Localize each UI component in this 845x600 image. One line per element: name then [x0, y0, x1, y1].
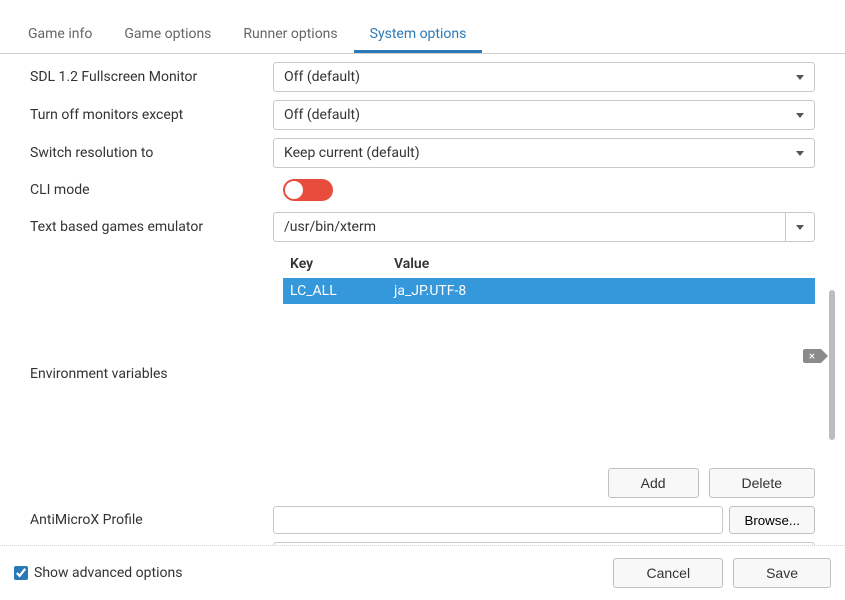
cli-mode-label: CLI mode: [30, 182, 273, 198]
switch-resolution-value: Keep current (default): [284, 145, 796, 161]
backspace-icon[interactable]: [803, 349, 821, 363]
sdl-monitor-select[interactable]: Off (default): [273, 62, 815, 92]
tab-game-options[interactable]: Game options: [108, 18, 227, 53]
cancel-button[interactable]: Cancel: [613, 558, 723, 588]
env-vars-label: Environment variables: [30, 366, 168, 382]
tab-bar: Game info Game options Runner options Sy…: [0, 0, 845, 54]
chevron-down-icon: [796, 113, 804, 118]
save-button[interactable]: Save: [733, 558, 831, 588]
toggle-knob: [285, 181, 303, 199]
switch-resolution-label: Switch resolution to: [30, 145, 273, 161]
env-delete-button[interactable]: Delete: [709, 468, 815, 498]
antimicrox-label: AntiMicroX Profile: [30, 512, 273, 528]
tab-runner-options[interactable]: Runner options: [227, 18, 353, 53]
turnoff-monitors-value: Off (default): [284, 107, 796, 123]
turnoff-monitors-label: Turn off monitors except: [30, 107, 273, 123]
chevron-down-icon: [796, 75, 804, 80]
chevron-down-icon: [796, 225, 804, 230]
settings-panel: SDL 1.2 Fullscreen Monitor Off (default)…: [0, 54, 845, 548]
sdl-monitor-label: SDL 1.2 Fullscreen Monitor: [30, 69, 273, 85]
sdl-monitor-value: Off (default): [284, 69, 796, 85]
table-row[interactable]: LC_ALL ja_JP.UTF-8: [283, 278, 815, 304]
env-row-key: LC_ALL: [283, 278, 387, 304]
env-key-header: Key: [283, 250, 387, 278]
env-row-value: ja_JP.UTF-8: [387, 278, 815, 304]
chevron-down-icon: [796, 151, 804, 156]
show-advanced-label: Show advanced options: [34, 565, 182, 581]
text-emu-dropdown[interactable]: [785, 212, 815, 242]
show-advanced-input[interactable]: [14, 566, 28, 580]
scrollbar[interactable]: [829, 290, 835, 440]
tab-game-info[interactable]: Game info: [12, 18, 108, 53]
show-advanced-checkbox[interactable]: Show advanced options: [14, 565, 182, 581]
text-emu-input[interactable]: /usr/bin/xterm: [273, 212, 785, 242]
tab-system-options[interactable]: System options: [354, 18, 483, 53]
turnoff-monitors-select[interactable]: Off (default): [273, 100, 815, 130]
footer-bar: Show advanced options Cancel Save: [0, 545, 845, 600]
cli-mode-toggle[interactable]: [283, 179, 333, 201]
browse-button[interactable]: Browse...: [729, 506, 815, 534]
switch-resolution-select[interactable]: Keep current (default): [273, 138, 815, 168]
env-add-button[interactable]: Add: [608, 468, 699, 498]
antimicrox-input[interactable]: [273, 506, 723, 534]
text-emu-label: Text based games emulator: [30, 219, 273, 235]
env-vars-table[interactable]: Key Value LC_ALL ja_JP.UTF-8: [283, 250, 815, 462]
text-emu-value: /usr/bin/xterm: [284, 219, 376, 235]
env-value-header: Value: [387, 250, 815, 278]
